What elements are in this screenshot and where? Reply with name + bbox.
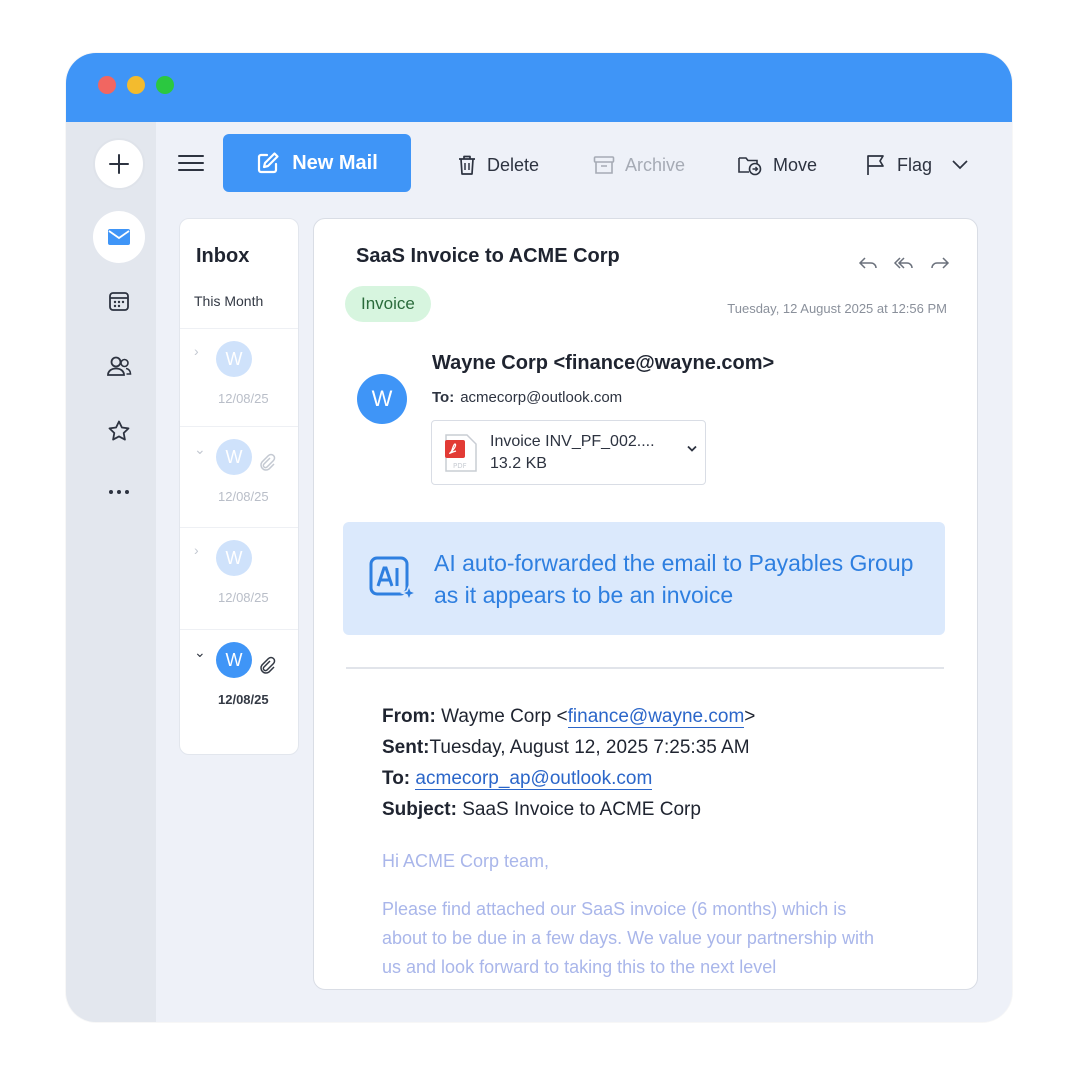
folder-move-icon	[738, 157, 762, 176]
attachment-card[interactable]: PDF Invoice INV_PF_002.... 13.2 KB	[431, 420, 706, 485]
email-greeting: Hi ACME Corp team,	[382, 851, 550, 871]
chevron-down-icon[interactable]: ⌄	[194, 441, 206, 458]
chevron-down-icon[interactable]: ⌄	[194, 644, 206, 661]
calendar-icon	[109, 292, 129, 311]
list-item-date: 12/08/25	[218, 489, 269, 504]
minimize-window-button[interactable]	[127, 76, 145, 94]
plus-button[interactable]	[93, 138, 145, 190]
flag-label: Flag	[897, 154, 933, 175]
forwarded-to-link[interactable]: acmecorp_ap@outlook.com	[415, 768, 653, 790]
email-subject: SaaS Invoice to ACME Corp	[356, 245, 620, 267]
email-body-line: us and look forward to taking this to th…	[382, 957, 777, 977]
chevron-down-icon[interactable]	[952, 160, 968, 170]
delete-label: Delete	[487, 154, 540, 175]
people-icon	[107, 356, 132, 376]
svg-text:PDF: PDF	[453, 462, 467, 470]
ai-notice-text: AI auto-forwarded the email to Payables …	[434, 550, 914, 608]
avatar: W	[216, 439, 252, 475]
forwarded-subject: Subject: SaaS Invoice to ACME Corp	[382, 799, 701, 821]
maximize-window-button[interactable]	[156, 76, 174, 94]
from-name: Wayme Corp <	[441, 706, 568, 727]
paperclip-icon	[260, 656, 276, 674]
more-nav-button[interactable]	[106, 479, 132, 505]
message-list: Inbox This Month › W 12/08/25 ⌄ W 12/08/…	[179, 218, 299, 755]
flag-button[interactable]: Flag	[865, 150, 968, 180]
move-label: Move	[773, 154, 818, 175]
list-item[interactable]: › W 12/08/25	[180, 527, 298, 628]
new-mail-button[interactable]: New Mail	[223, 134, 411, 192]
trash-icon	[459, 155, 475, 175]
section-header: This Month	[194, 293, 264, 309]
sent-value: Tuesday, August 12, 2025 7:25:35 AM	[429, 737, 750, 758]
compose-icon	[258, 152, 279, 174]
reply-all-icon[interactable]	[893, 255, 915, 271]
reply-icon[interactable]	[857, 255, 879, 271]
reading-pane: SaaS Invoice to ACME Corp Invoice Tuesda…	[313, 218, 978, 990]
main-area: New Mail Delete Archive Move Flag Inbox …	[156, 122, 1012, 1022]
forwarded-from: From: Wayme Corp <finance@wayne.com>	[382, 706, 755, 728]
flag-icon	[867, 155, 884, 175]
email-body-line: Please find attached our SaaS invoice (6…	[382, 899, 847, 919]
email-body-line: about to be due in a few days. We value …	[382, 928, 874, 948]
invoice-tag[interactable]: Invoice	[345, 286, 431, 322]
forwarded-to: To: acmecorp_ap@outlook.com	[382, 768, 653, 790]
plus-icon	[109, 154, 129, 174]
sender-avatar: W	[357, 374, 407, 424]
mail-nav-button[interactable]	[93, 211, 145, 263]
list-item[interactable]: › W 12/08/25	[180, 328, 298, 429]
sent-label: Sent:	[382, 737, 430, 758]
archive-icon	[593, 156, 615, 174]
left-rail	[66, 122, 156, 1022]
chevron-down-icon[interactable]	[687, 445, 697, 453]
from-email-link[interactable]: finance@wayne.com	[567, 706, 745, 728]
chevron-right-icon[interactable]: ›	[194, 542, 199, 558]
avatar: W	[216, 341, 252, 377]
title-bar	[66, 53, 1012, 122]
avatar: W	[216, 540, 252, 576]
star-icon	[108, 420, 130, 441]
mail-window: New Mail Delete Archive Move Flag Inbox …	[66, 53, 1012, 1022]
list-item-date: 12/08/25	[218, 590, 269, 605]
delete-button[interactable]: Delete	[457, 150, 539, 180]
to-label: To:	[432, 389, 455, 406]
reply-actions	[857, 255, 951, 271]
list-item-date: 12/08/25	[218, 391, 269, 406]
attachment-name: Invoice INV_PF_002....	[490, 433, 655, 450]
subject-label: Subject:	[382, 799, 457, 820]
sender-name: Wayne Corp <finance@wayne.com>	[432, 352, 775, 374]
people-nav-button[interactable]	[106, 353, 132, 379]
recipient-address: acmecorp@outlook.com	[460, 389, 623, 406]
archive-label: Archive	[625, 154, 686, 175]
move-button[interactable]: Move	[737, 150, 817, 180]
email-timestamp: Tuesday, 12 August 2025 at 12:56 PM	[727, 301, 947, 316]
more-icon	[109, 490, 129, 494]
pdf-icon: PDF	[445, 434, 477, 472]
from-close: >	[744, 706, 756, 727]
calendar-nav-button[interactable]	[106, 288, 132, 314]
forwarded-to-label: To:	[382, 768, 411, 789]
forwarded-sent: Sent:Tuesday, August 12, 2025 7:25:35 AM	[382, 737, 750, 759]
mail-icon	[108, 229, 130, 245]
subject-value: SaaS Invoice to ACME Corp	[462, 799, 701, 820]
paperclip-icon	[260, 453, 276, 471]
forward-icon[interactable]	[929, 255, 951, 271]
chevron-right-icon[interactable]: ›	[194, 343, 199, 359]
divider	[346, 667, 944, 669]
from-label: From:	[382, 706, 436, 727]
ai-notice-banner: AI auto-forwarded the email to Payables …	[343, 522, 945, 635]
ai-sparkle-icon	[369, 556, 417, 602]
list-item[interactable]: ⌄ W 12/08/25	[180, 426, 298, 527]
avatar: W	[216, 642, 252, 678]
list-item-date: 12/08/25	[218, 692, 269, 707]
close-window-button[interactable]	[98, 76, 116, 94]
list-item-selected[interactable]: ⌄ W 12/08/25	[180, 629, 298, 730]
hamburger-icon	[178, 155, 204, 171]
archive-button[interactable]: Archive	[593, 150, 685, 180]
favorites-nav-button[interactable]	[106, 418, 132, 444]
inbox-title: Inbox	[196, 245, 250, 267]
menu-button[interactable]	[178, 148, 204, 178]
attachment-size: 13.2 KB	[490, 455, 547, 472]
new-mail-label: New Mail	[292, 151, 378, 174]
recipient-line: To: acmecorp@outlook.com	[432, 389, 622, 406]
